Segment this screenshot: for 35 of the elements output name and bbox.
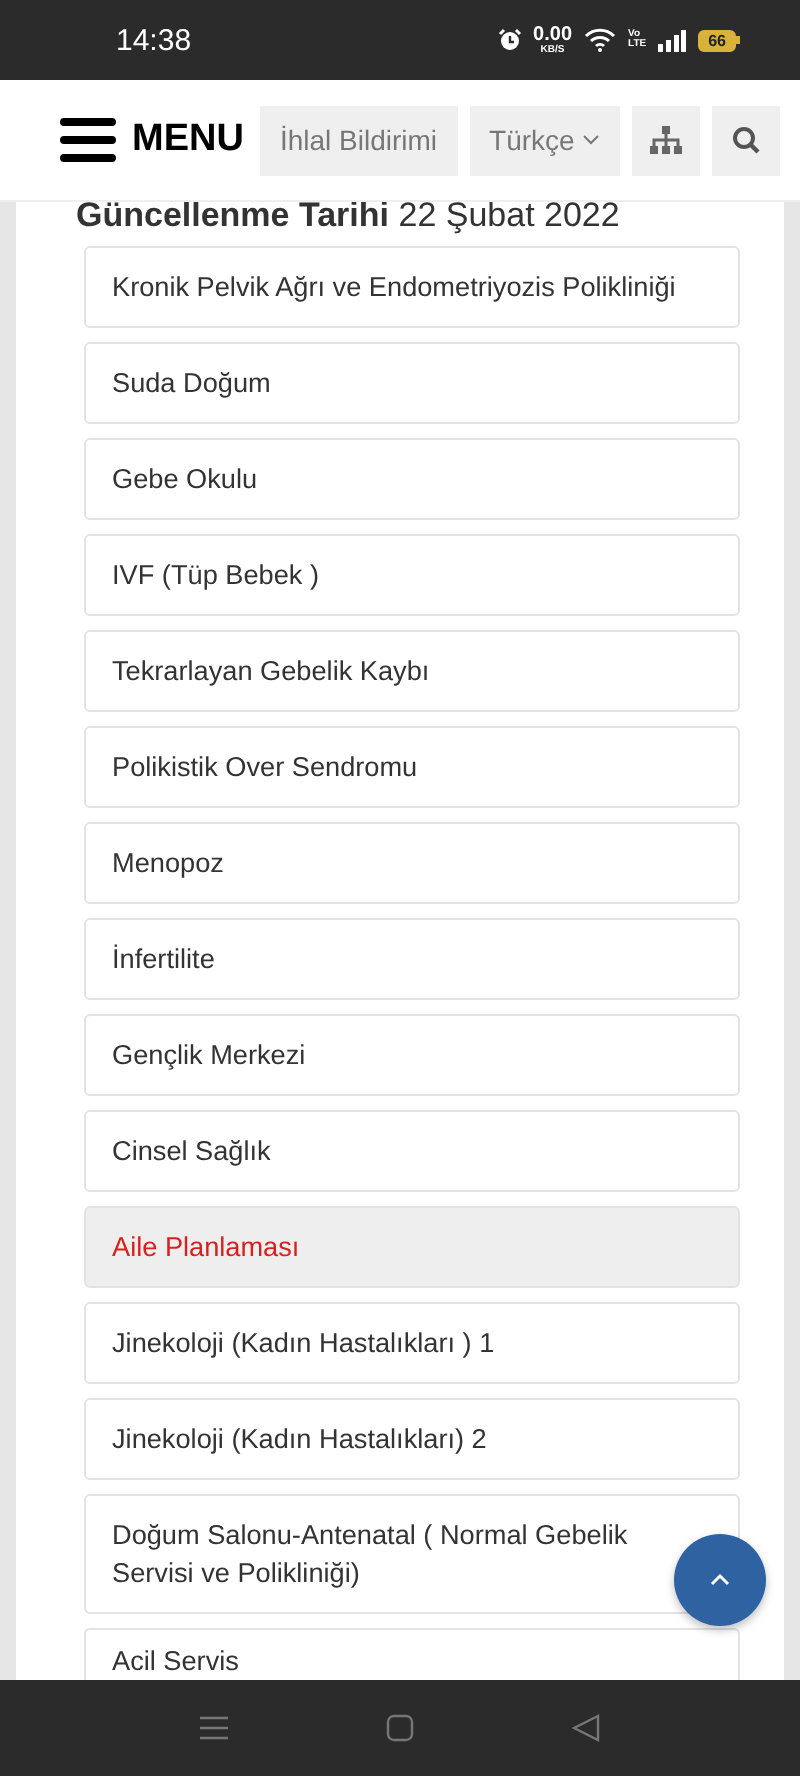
menu-item[interactable]: Acil Servis bbox=[84, 1628, 740, 1680]
menu-item[interactable]: Cinsel Sağlık bbox=[84, 1110, 740, 1192]
menu-item[interactable]: Gençlik Merkezi bbox=[84, 1014, 740, 1096]
wifi-icon bbox=[584, 28, 617, 52]
menu-item[interactable]: IVF (Tüp Bebek ) bbox=[84, 534, 740, 616]
menu-item[interactable]: Gebe Okulu bbox=[84, 438, 740, 520]
menu-button[interactable]: MENU bbox=[60, 116, 244, 164]
battery-level: 66 bbox=[698, 29, 736, 51]
back-icon[interactable] bbox=[572, 1714, 601, 1742]
sitemap-icon bbox=[650, 126, 683, 154]
hamburger-icon bbox=[60, 116, 116, 164]
home-icon[interactable] bbox=[385, 1714, 414, 1742]
menu-item[interactable]: Tekrarlayan Gebelik Kaybı bbox=[84, 630, 740, 712]
update-date: Güncellenme Tarihi 22 Şubat 2022 bbox=[76, 196, 622, 236]
caret-up-icon bbox=[710, 1574, 730, 1586]
menu-item[interactable]: İnfertilite bbox=[84, 918, 740, 1000]
alarm-clock-icon bbox=[497, 28, 522, 52]
menu-item[interactable]: Jinekoloji (Kadın Hastalıkları) 2 bbox=[84, 1398, 740, 1480]
sitemap-button[interactable] bbox=[632, 105, 701, 175]
menu-item[interactable]: Menopoz bbox=[84, 822, 740, 904]
menu-item[interactable]: Aile Planlaması bbox=[84, 1206, 740, 1288]
chevron-down-icon bbox=[582, 134, 601, 146]
menu-item[interactable]: Jinekoloji (Kadın Hastalıkları ) 1 bbox=[84, 1302, 740, 1384]
search-icon bbox=[732, 126, 761, 154]
menu-icon[interactable] bbox=[199, 1716, 228, 1740]
menu-item[interactable]: Polikistik Over Sendromu bbox=[84, 726, 740, 808]
language-dropdown[interactable]: Türkçe bbox=[469, 105, 621, 175]
data-speed: 0.00 bbox=[533, 25, 573, 45]
clock-time: 14:38 bbox=[116, 23, 194, 57]
search-button[interactable] bbox=[712, 105, 781, 175]
report-button[interactable]: İhlal Bildirimi bbox=[259, 105, 458, 175]
menu-item[interactable]: Kronik Pelvik Ağrı ve Endometriyozis Polikliniği bbox=[84, 246, 740, 328]
signal-icon bbox=[658, 29, 687, 51]
menu-item[interactable]: Doğum Salonu-Antenatal ( Normal Gebelik Servisi ve Polikliniği) bbox=[84, 1494, 740, 1614]
menu-item[interactable]: Suda Doğum bbox=[84, 342, 740, 424]
